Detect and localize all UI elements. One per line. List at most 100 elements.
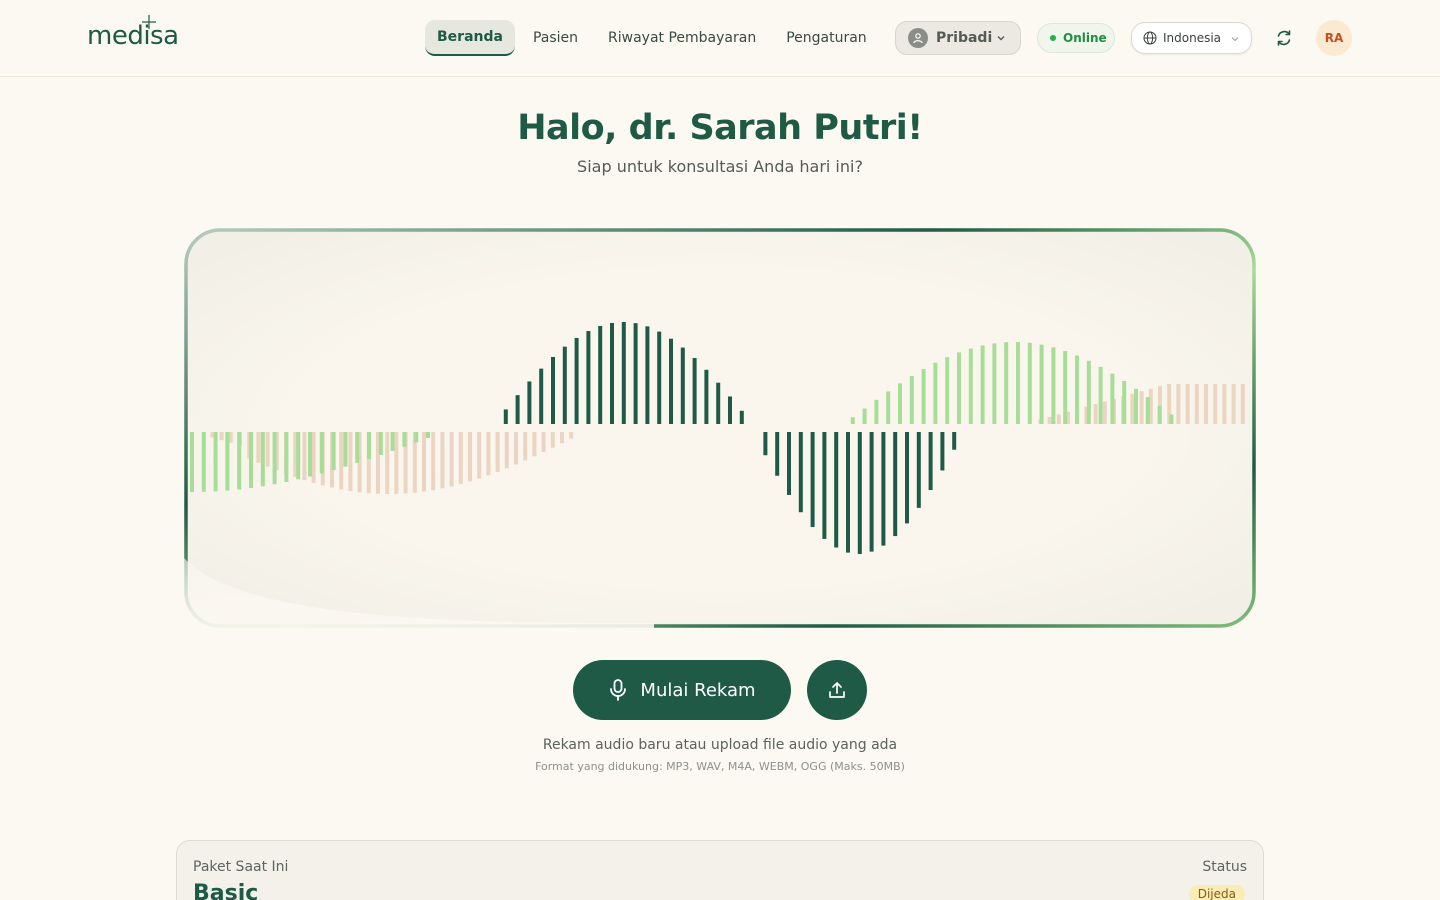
waveform-bar-light <box>1110 373 1115 424</box>
waveform-bar-light <box>225 432 230 491</box>
waveform-bar-peach <box>514 432 518 465</box>
sparkle-icon <box>142 15 156 29</box>
waveform-bar-light <box>331 432 336 471</box>
waveform-bar-peach <box>256 432 261 463</box>
waveform-bar-dark <box>539 368 544 424</box>
current-plan-name: Basic <box>193 881 259 900</box>
nav-item-beranda[interactable]: Beranda <box>425 20 515 56</box>
waveform-bar-light <box>426 432 430 438</box>
nav-item-riwayat-pembayaran[interactable]: Riwayat Pembayaran <box>596 20 768 56</box>
waveform-bar-dark <box>621 322 626 424</box>
waveform-bar-peach <box>339 432 344 490</box>
waveform-bar-peach <box>1213 384 1218 424</box>
waveform-bar-light <box>874 399 879 424</box>
waveform-bar-peach <box>468 432 472 482</box>
waveform-bar-light <box>980 345 985 424</box>
medisa-logo[interactable]: medisa <box>87 15 187 51</box>
upload-audio-button[interactable] <box>807 660 867 720</box>
waveform-bar-light <box>1122 380 1127 424</box>
account-mode-dropdown[interactable]: Pribadi <box>895 21 1021 55</box>
waveform-bar-dark <box>728 396 732 424</box>
waveform-bar-peach <box>1222 384 1227 424</box>
waveform-bar-light <box>921 368 926 424</box>
waveform-bar-peach <box>302 432 307 481</box>
waveform-bar-dark <box>586 331 591 424</box>
waveform-bar-light <box>260 432 265 487</box>
waveform-bar-peach <box>449 432 454 487</box>
upload-icon <box>829 682 845 698</box>
waveform-bar-light <box>850 417 855 424</box>
waveform-bar-light <box>237 432 242 490</box>
language-selector[interactable]: Indonesia <box>1131 22 1252 54</box>
language-label: Indonesia <box>1163 31 1222 45</box>
waveform-bar-dark <box>857 432 862 554</box>
audio-waveform-visualizer <box>184 228 1256 628</box>
waveform-bar-peach <box>504 432 509 469</box>
globe-icon <box>1143 31 1157 45</box>
refresh-icon[interactable] <box>1274 28 1294 48</box>
supported-formats-note: Format yang didukung: MP3, WAV, M4A, WEB… <box>535 760 905 773</box>
waveform-bar-light <box>1145 397 1150 424</box>
waveform-bar-light <box>898 383 902 424</box>
waveform-bar-peach <box>486 432 491 476</box>
nav-item-pasien[interactable]: Pasien <box>521 20 590 56</box>
waveform-bar-peach <box>311 432 316 483</box>
waveform-bar-peach <box>532 432 537 457</box>
waveform-bar-light <box>992 343 997 424</box>
waveform-bar-dark <box>704 369 709 424</box>
account-mode-label: Pribadi <box>936 30 993 46</box>
waveform-bar-light <box>1051 347 1056 424</box>
waveform-bar-dark <box>869 432 874 552</box>
waveform-bar-light <box>1157 405 1162 424</box>
waveform-bar-peach <box>394 432 399 494</box>
waveform-bar-dark <box>846 432 850 553</box>
waveform-graphic <box>184 228 1256 628</box>
waveform-bar-dark <box>503 409 508 424</box>
plan-status-label: Status <box>1202 859 1247 875</box>
waveform-bar-dark <box>787 432 791 495</box>
waveform-bar-peach <box>265 432 270 467</box>
microphone-icon <box>610 679 627 701</box>
waveform-bar-dark <box>893 432 898 537</box>
waveform-bar-dark <box>905 432 909 524</box>
waveform-bar-light <box>1098 366 1103 424</box>
waveform-bar-dark <box>669 338 673 424</box>
waveform-bar-light <box>272 432 277 485</box>
waveform-bar-dark <box>928 432 933 491</box>
chevron-down-icon <box>997 36 1005 41</box>
waveform-bar-peach <box>1102 401 1107 424</box>
waveform-bar-dark <box>952 432 957 450</box>
waveform-bar-dark <box>645 326 650 424</box>
waveform-bar-peach <box>1185 384 1190 424</box>
nav-item-pengaturan[interactable]: Pengaturan <box>774 20 878 56</box>
status-dot <box>1050 35 1056 41</box>
waveform-bar-light <box>343 432 348 467</box>
waveform-bar-light <box>1075 355 1079 424</box>
waveform-bar-light <box>957 352 961 424</box>
waveform-bar-dark <box>657 331 662 424</box>
waveform-bar-light <box>402 432 407 447</box>
waveform-bar-light <box>1134 388 1138 424</box>
waveform-bar-light <box>1169 414 1174 424</box>
waveform-bar-peach <box>1056 414 1061 424</box>
recording-hint: Rekam audio baru atau upload file audio … <box>542 737 898 753</box>
greeting-title: Halo, dr. Sarah Putri! <box>517 108 923 148</box>
waveform-bar-peach <box>1093 404 1098 424</box>
waveform-background <box>186 230 1254 626</box>
start-recording-button[interactable]: Mulai Rekam <box>573 660 791 720</box>
waveform-bar-light <box>355 432 360 463</box>
waveform-bar-light <box>213 432 218 492</box>
user-avatar[interactable]: RA <box>1316 20 1352 56</box>
waveform-bar-dark <box>881 432 886 546</box>
waveform-bar-peach <box>569 432 574 439</box>
waveform-bar-peach <box>1194 384 1199 424</box>
waveform-bar-light <box>319 432 324 474</box>
waveform-bar-dark <box>610 322 614 424</box>
waveform-bar-peach <box>495 432 500 472</box>
waveform-bar-peach <box>348 432 353 491</box>
waveform-bar-dark <box>798 432 803 513</box>
waveform-bar-dark <box>916 432 921 508</box>
waveform-bar-peach <box>458 432 463 485</box>
waveform-bar-light <box>378 432 383 456</box>
waveform-bar-light <box>367 432 371 460</box>
